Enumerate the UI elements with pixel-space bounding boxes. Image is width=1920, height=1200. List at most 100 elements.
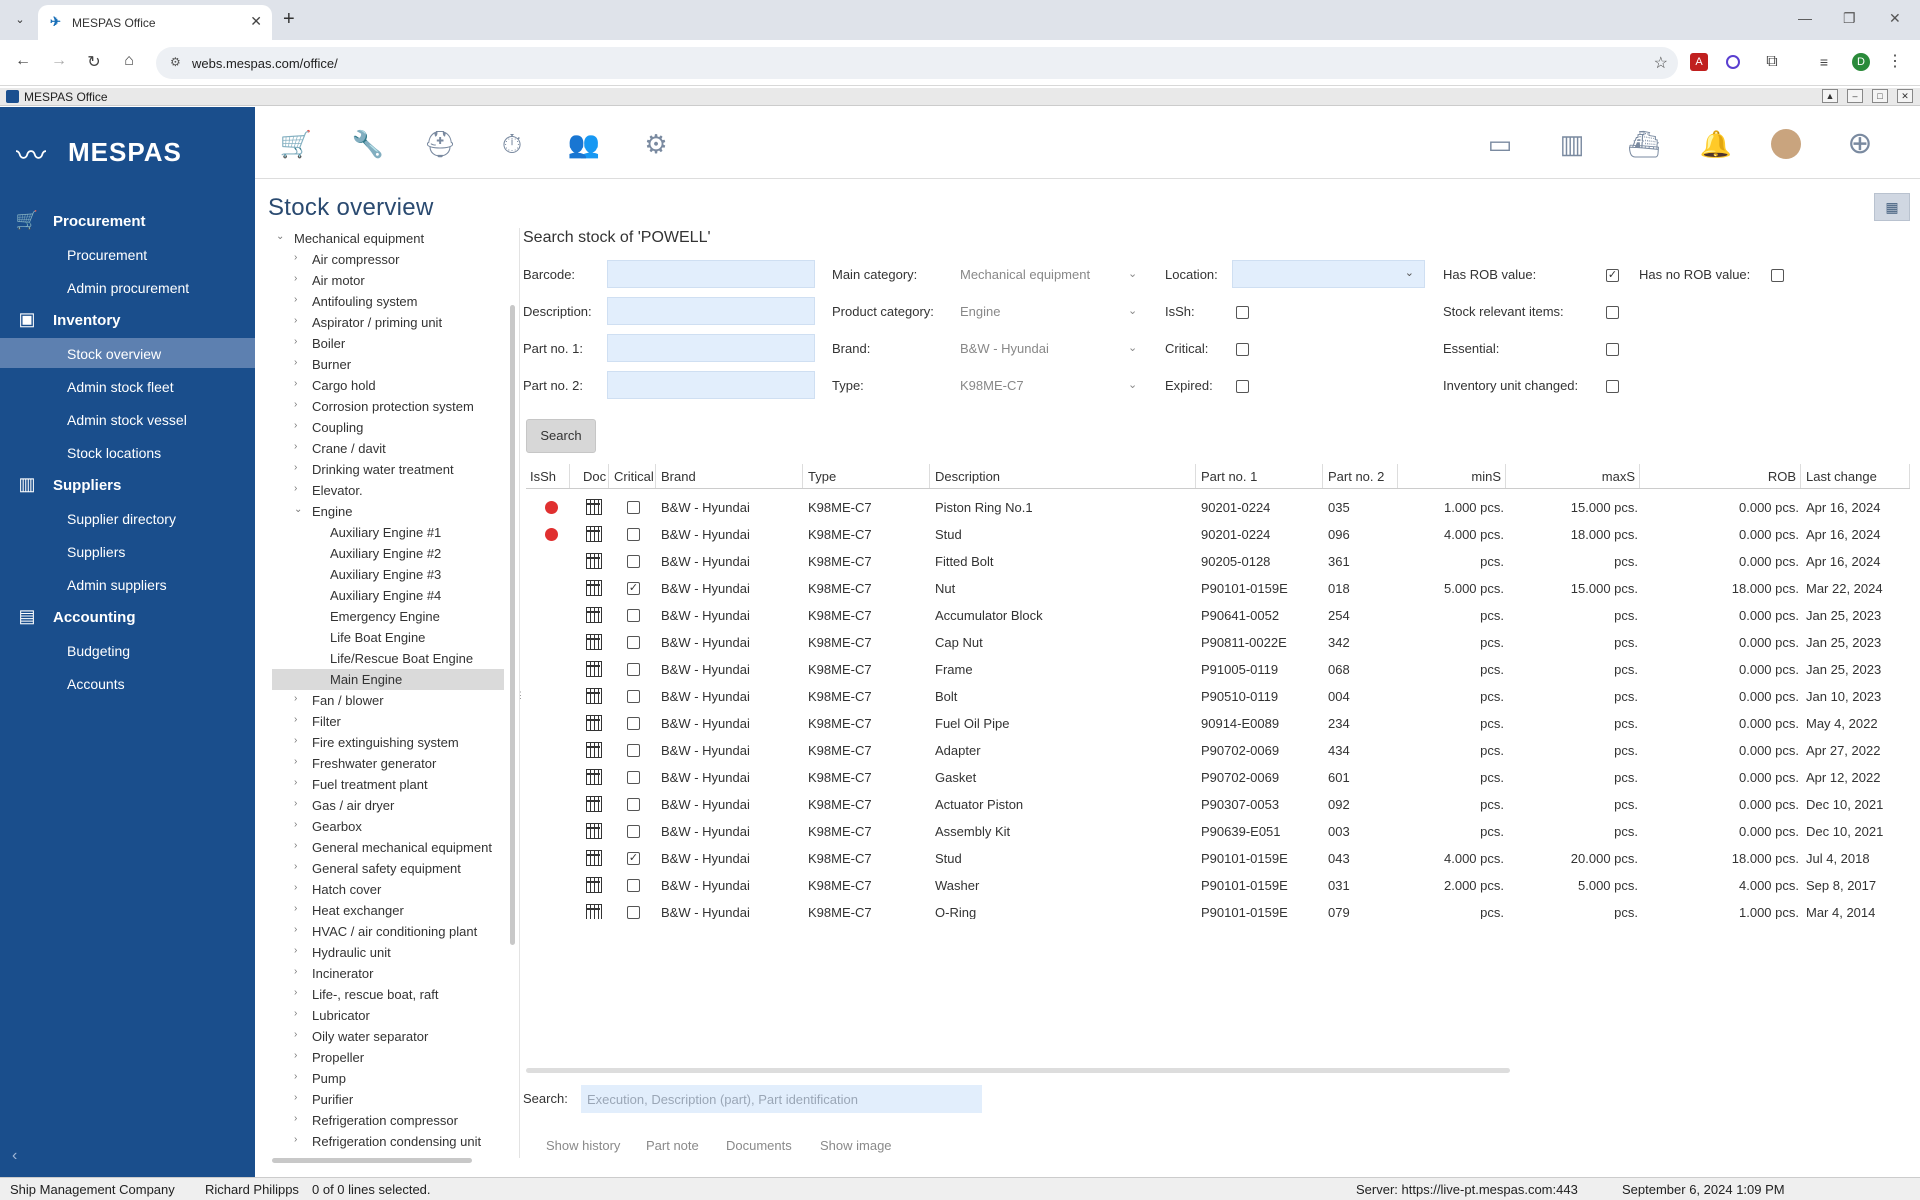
tree-node[interactable]: › HVAC / air conditioning plant — [272, 921, 504, 942]
sidebar-item-admin-suppliers[interactable]: Admin suppliers — [0, 569, 255, 599]
document-grid-icon[interactable] — [586, 877, 602, 893]
part2-input[interactable] — [607, 371, 815, 399]
table-row[interactable]: B&W - Hyundai K98ME-C7 Frame P91005-0119 068… — [526, 656, 1910, 683]
app-minimize-icon[interactable]: – — [1847, 89, 1863, 103]
critical-row-checkbox[interactable] — [627, 636, 640, 649]
gear-icon[interactable]: ⚙ — [639, 127, 673, 161]
document-grid-icon[interactable] — [586, 850, 602, 866]
chevron-right-icon[interactable]: › — [294, 840, 297, 851]
tree-node[interactable]: › Burner — [272, 354, 504, 375]
sidebar-item-admin-stock-vessel[interactable]: Admin stock vessel — [0, 404, 255, 434]
chevron-right-icon[interactable]: › — [294, 966, 297, 977]
chevron-right-icon[interactable]: › — [294, 756, 297, 767]
part1-input[interactable] — [607, 334, 815, 362]
tree-horizontal-scrollbar[interactable] — [272, 1158, 472, 1163]
cart-icon[interactable]: 🛒 — [279, 127, 313, 161]
chevron-right-icon[interactable]: › — [294, 1008, 297, 1019]
forward-icon[interactable]: → — [48, 52, 70, 70]
tree-node[interactable]: Life/Rescue Boat Engine — [272, 648, 504, 669]
has-rob-checkbox[interactable]: ✓ — [1606, 269, 1619, 282]
sidebar-group-inventory[interactable]: ▣ Inventory — [0, 305, 255, 335]
show-history-link[interactable]: Show history — [546, 1138, 620, 1153]
sidebar-group-accounting[interactable]: ▤ Accounting — [0, 602, 255, 632]
chevron-right-icon[interactable]: › — [294, 693, 297, 704]
chevron-right-icon[interactable]: › — [294, 861, 297, 872]
chevron-right-icon[interactable]: › — [294, 252, 297, 263]
chevron-right-icon[interactable]: › — [294, 945, 297, 956]
document-grid-icon[interactable] — [586, 742, 602, 758]
site-info-icon[interactable]: ⚙ — [170, 55, 181, 69]
omnibox[interactable]: ⚙ webs.mespas.com/office/ ☆ — [156, 47, 1678, 79]
document-grid-icon[interactable] — [586, 661, 602, 677]
critical-row-checkbox[interactable] — [627, 609, 640, 622]
critical-row-checkbox[interactable] — [627, 825, 640, 838]
table-row[interactable]: B&W - Hyundai K98ME-C7 Fitted Bolt 90205-01… — [526, 548, 1910, 575]
chevron-right-icon[interactable]: › — [294, 1071, 297, 1082]
column-header[interactable]: Description — [931, 464, 1196, 488]
document-grid-icon[interactable] — [586, 526, 602, 542]
tree-node[interactable]: Auxiliary Engine #4 — [272, 585, 504, 606]
tree-node[interactable]: ⌄ Mechanical equipment — [272, 228, 504, 249]
column-header[interactable]: Part no. 2 — [1324, 464, 1398, 488]
table-row[interactable]: B&W - Hyundai K98ME-C7 Accumulator Block P9… — [526, 602, 1910, 629]
app-up-icon[interactable]: ▲ — [1822, 89, 1838, 103]
chevron-right-icon[interactable]: › — [294, 777, 297, 788]
tree-node[interactable]: › General safety equipment — [272, 858, 504, 879]
column-header[interactable]: Brand — [657, 464, 803, 488]
stock-relevant-checkbox[interactable] — [1606, 306, 1619, 319]
critical-row-checkbox[interactable] — [627, 555, 640, 568]
tree-node[interactable]: › Propeller — [272, 1047, 504, 1068]
table-row[interactable]: B&W - Hyundai K98ME-C7 Stud 90201-0224 096 4.… — [526, 521, 1910, 548]
tree-node[interactable]: › Crane / davit — [272, 438, 504, 459]
people-icon[interactable]: 👥 — [567, 127, 601, 161]
critical-row-checkbox[interactable] — [627, 771, 640, 784]
document-grid-icon[interactable] — [586, 715, 602, 731]
sidebar-item-admin-stock-fleet[interactable]: Admin stock fleet — [0, 371, 255, 401]
chevron-right-icon[interactable]: › — [294, 1092, 297, 1103]
chevron-right-icon[interactable]: › — [294, 399, 297, 410]
tab-search-icon[interactable]: ⌄ — [10, 10, 30, 30]
sidebar-item-stock-overview[interactable]: Stock overview — [0, 338, 255, 368]
tree-node[interactable]: ⌄ Engine — [272, 501, 504, 522]
barcode-input[interactable] — [607, 260, 815, 288]
critical-row-checkbox[interactable] — [627, 879, 640, 892]
chevron-right-icon[interactable]: › — [294, 441, 297, 452]
chevron-down-icon[interactable]: ⌄ — [276, 231, 284, 242]
chevron-right-icon[interactable]: › — [294, 1134, 297, 1145]
window-close-icon[interactable]: ✕ — [1889, 10, 1901, 27]
column-header[interactable]: Critical — [610, 464, 656, 488]
alarm-bell-icon[interactable]: 🔔 — [1699, 127, 1733, 161]
chevron-right-icon[interactable]: › — [294, 336, 297, 347]
table-row[interactable]: ✓ B&W - Hyundai K98ME-C7 Stud P90101-0159E 04… — [526, 845, 1910, 872]
critical-row-checkbox[interactable] — [627, 906, 640, 919]
browser-tab[interactable]: ✈ MESPAS Office ✕ — [38, 5, 272, 40]
add-circle-icon[interactable]: ⊕ — [1843, 127, 1877, 161]
reload-icon[interactable]: ↻ — [83, 52, 105, 72]
sidebar-item-admin-procurement[interactable]: Admin procurement — [0, 272, 255, 302]
sidebar-group-suppliers[interactable]: ▥ Suppliers — [0, 470, 255, 500]
binders-icon[interactable]: ▥ — [1555, 127, 1589, 161]
issh-checkbox[interactable] — [1236, 306, 1249, 319]
restore-icon[interactable]: ❐ — [1843, 10, 1856, 27]
browser-menu-icon[interactable]: ⋮ — [1886, 53, 1904, 71]
chevron-right-icon[interactable]: › — [294, 1050, 297, 1061]
tree-node[interactable]: › Heat exchanger — [272, 900, 504, 921]
chevron-right-icon[interactable]: › — [294, 924, 297, 935]
table-row[interactable]: B&W - Hyundai K98ME-C7 Actuator Piston P903… — [526, 791, 1910, 818]
inventory-unit-checkbox[interactable] — [1606, 380, 1619, 393]
collapse-sidebar-icon[interactable]: ‹ — [12, 1147, 17, 1165]
ship-icon[interactable]: ⛴ — [1627, 127, 1661, 161]
document-grid-icon[interactable] — [586, 904, 602, 919]
home-icon[interactable]: ⌂ — [118, 52, 140, 70]
critical-row-checkbox[interactable] — [627, 717, 640, 730]
tree-node[interactable]: › Air compressor — [272, 249, 504, 270]
tree-node[interactable]: › Freshwater generator — [272, 753, 504, 774]
tree-node[interactable]: Main Engine — [272, 669, 504, 690]
tree-node[interactable]: › Refrigeration condensing unit — [272, 1131, 504, 1152]
tree-node[interactable]: › Oily water separator — [272, 1026, 504, 1047]
location-select[interactable]: ⌄ — [1232, 260, 1425, 288]
document-grid-icon[interactable] — [586, 769, 602, 785]
sidebar-item-accounts[interactable]: Accounts — [0, 668, 255, 698]
extension-circle-icon[interactable] — [1726, 55, 1740, 69]
bottom-search-input[interactable] — [581, 1085, 982, 1113]
